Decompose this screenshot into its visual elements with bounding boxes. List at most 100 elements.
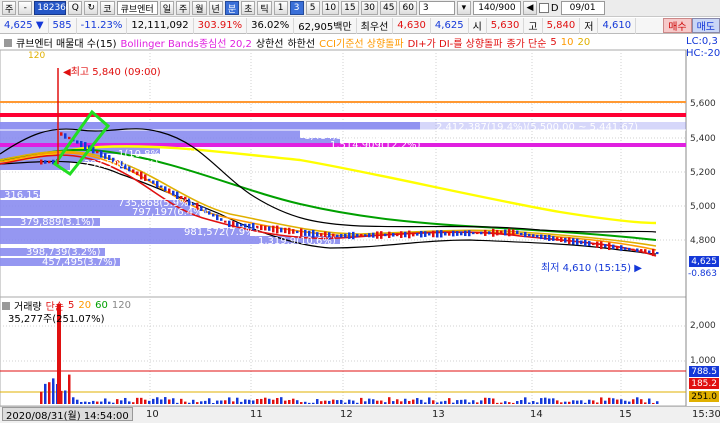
turnover-pct: 36.02% (247, 17, 295, 34)
candle (468, 230, 471, 237)
volume-bar (324, 400, 327, 404)
candle (480, 231, 483, 235)
interval-10-button[interactable]: 10 (321, 1, 340, 15)
volume-legend-toggle-icon[interactable] (2, 301, 10, 310)
candle (616, 245, 619, 249)
stock-name-field[interactable]: 큐브엔터 (116, 1, 158, 15)
period-year-button[interactable]: 년 (208, 1, 223, 15)
candle (272, 225, 275, 233)
vol-bottom-tag: 251.0 (689, 391, 719, 402)
volume-ratio: 303.91% (194, 17, 248, 34)
interval-15-button[interactable]: 15 (341, 1, 359, 15)
date-checkbox[interactable] (538, 3, 549, 13)
price-tick: 4,800 (690, 236, 716, 246)
candle (484, 229, 487, 236)
candle (472, 232, 475, 235)
toolbar: 주 - 182360 Q ↻ 코 큐브엔터 일 주 월 년 분 초 틱 1 3 … (0, 0, 720, 17)
candle (648, 250, 651, 254)
volume-bar (284, 400, 287, 404)
candle (532, 234, 535, 238)
candle (524, 231, 527, 238)
volume-bar (592, 400, 595, 404)
period-second-button[interactable]: 초 (241, 1, 256, 15)
volume-bar (52, 378, 55, 404)
volume-bar (360, 397, 363, 404)
volume-bar (132, 402, 135, 404)
market-button[interactable]: 코 (100, 1, 115, 15)
minus-button[interactable]: - (18, 1, 33, 15)
volume-bar (484, 397, 487, 404)
scroll-left-icon[interactable]: ◀ (522, 1, 537, 15)
volume-bar (452, 402, 455, 404)
current-price: 4,625 ▼ (0, 17, 49, 34)
volume-bar (364, 401, 367, 404)
count-field[interactable]: 140/900 (472, 1, 521, 15)
time-tick-right: 15:30 (692, 409, 720, 420)
volume-tick: 1,000 (690, 356, 716, 366)
vol-legend-item[interactable]: 120 (112, 300, 131, 311)
candle (412, 232, 415, 237)
low-label: 저 (580, 17, 599, 34)
volume-bar (156, 397, 159, 404)
date-field[interactable]: 09/01 (560, 1, 605, 15)
volume-bar (164, 397, 167, 404)
stock-code-input[interactable]: 182360 (34, 1, 72, 15)
candle (372, 232, 375, 238)
period-minute-button[interactable]: 분 (224, 1, 240, 15)
volume-bar (536, 402, 539, 404)
sell-button[interactable]: 매도 (691, 18, 720, 33)
volume-bar (504, 401, 507, 404)
period-day-button[interactable]: 일 (159, 1, 174, 15)
volume-bar (380, 400, 383, 404)
volume-bar (180, 398, 183, 404)
vol-current-tag-b: 185.2 (689, 378, 719, 389)
volume-value: 35,277주(251.07%) (8, 314, 105, 325)
interval-60-button[interactable]: 60 (399, 1, 417, 15)
vp-label: 2,412,387(19.4%)(5,500.00 ~ 5,441.67) (436, 122, 639, 133)
refresh-icon[interactable]: ↻ (84, 1, 99, 15)
high-annotation-text: 최고 5,840 (09:00) (70, 67, 161, 78)
interval-30-button[interactable]: 30 (360, 1, 379, 15)
interval-45-button[interactable]: 45 (380, 1, 398, 15)
interval-3-button[interactable]: 3 (289, 1, 304, 15)
volume-bar (496, 402, 499, 404)
volume-bar (292, 398, 295, 404)
candle (292, 229, 295, 234)
candle (592, 243, 595, 246)
volume-bar (616, 399, 619, 404)
volume-bar (128, 401, 131, 404)
volume-bar (264, 397, 267, 404)
interval-dropdown-icon[interactable]: ▾ (456, 1, 471, 15)
time-tick: 11 (250, 409, 263, 420)
search-icon[interactable]: Q (68, 1, 83, 15)
vp-label: 1,319.9(10.6%) (258, 236, 336, 247)
price-chart[interactable]: 5,600 5,400 5,200 5,000 4,800 2,000 1,00… (0, 34, 720, 406)
current-price-tag: 4,625 (689, 256, 719, 267)
period-month-button[interactable]: 월 (192, 1, 207, 15)
volume-bar (388, 397, 391, 404)
interval-input[interactable]: 3 (418, 1, 455, 15)
volume-bar (136, 397, 139, 404)
candle (392, 232, 395, 237)
interval-5-button[interactable]: 5 (305, 1, 320, 15)
candle (340, 234, 343, 238)
volume-bar (116, 399, 119, 404)
volume-bar (472, 400, 475, 404)
period-week-button[interactable]: 주 (175, 1, 191, 15)
candle (476, 232, 479, 235)
candle (344, 233, 347, 238)
volume-bar (268, 398, 271, 404)
period-tick-button[interactable]: 틱 (257, 1, 272, 15)
volume-bar (604, 400, 607, 404)
candle (436, 230, 439, 238)
candle (40, 159, 43, 165)
volume-bar (648, 398, 651, 404)
candle (276, 225, 279, 234)
candle (260, 225, 263, 231)
menu-button[interactable]: 주 (2, 1, 17, 15)
volume-bar (308, 402, 311, 404)
interval-1-button[interactable]: 1 (273, 1, 288, 15)
candle (364, 234, 367, 237)
candle (544, 234, 547, 240)
buy-button[interactable]: 매수 (663, 18, 692, 33)
